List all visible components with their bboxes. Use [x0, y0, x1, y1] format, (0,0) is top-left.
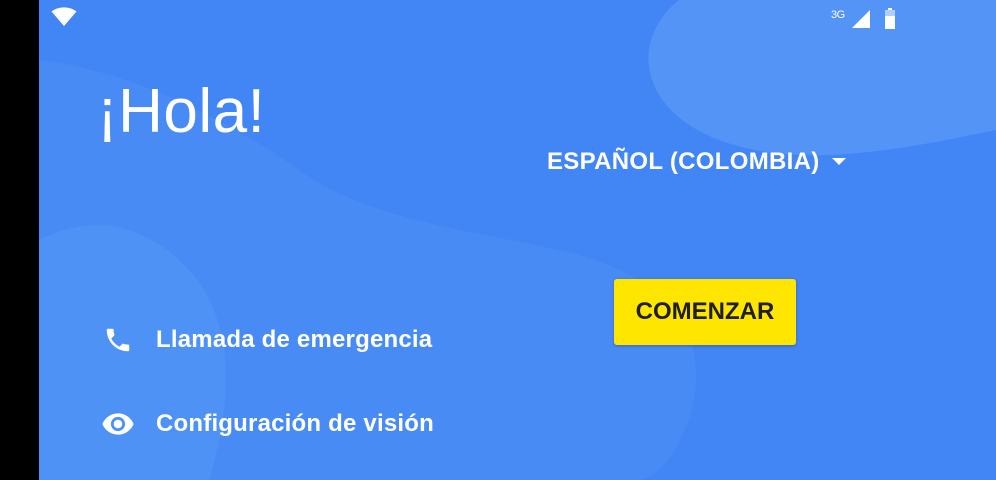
emergency-call-label: Llamada de emergencia — [156, 326, 433, 353]
battery-icon — [885, 8, 895, 29]
eye-icon — [101, 407, 135, 441]
chevron-down-icon — [831, 158, 846, 165]
cellular-signal-icon — [852, 10, 870, 28]
emergency-call-button[interactable]: Llamada de emergencia — [101, 318, 432, 362]
greeting-title: ¡Hola! — [97, 77, 266, 146]
wifi-icon — [51, 7, 77, 26]
network-type-label: 3G — [831, 9, 845, 21]
welcome-screen: 3G ¡Hola! ESPAÑOL (COLOMBIA) COMENZAR Ll… — [39, 0, 996, 480]
system-nav-bar — [0, 0, 39, 480]
vision-settings-label: Configuración de visión — [156, 410, 434, 437]
language-dropdown[interactable]: ESPAÑOL (COLOMBIA) — [547, 142, 846, 182]
language-label: ESPAÑOL (COLOMBIA) — [547, 148, 820, 175]
phone-icon — [101, 323, 135, 357]
vision-settings-button[interactable]: Configuración de visión — [101, 402, 434, 446]
status-bar: 3G — [39, 0, 996, 36]
start-button[interactable]: COMENZAR — [614, 279, 796, 345]
